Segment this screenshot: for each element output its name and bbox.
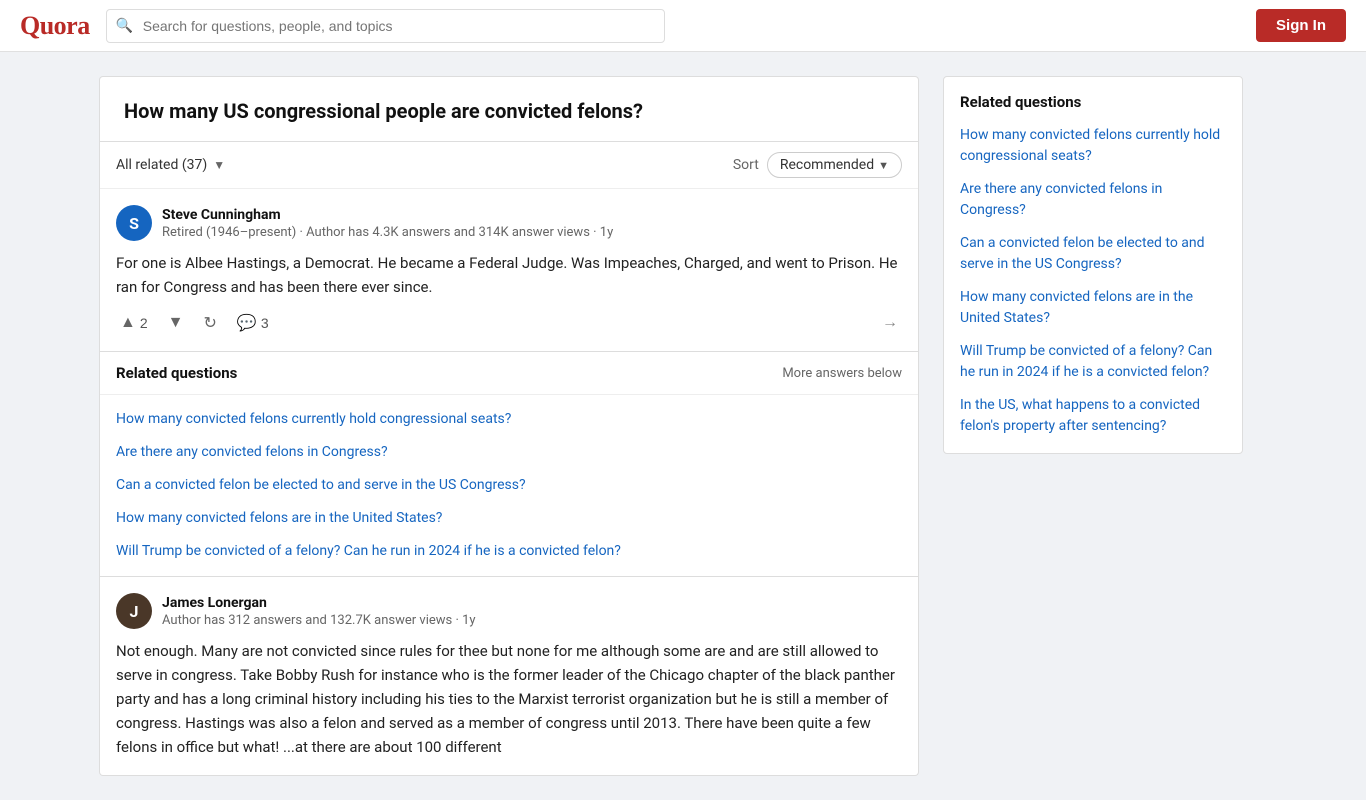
sidebar-title: Related questions bbox=[960, 93, 1226, 111]
author-meta-2: Author has 312 answers and 132.7K answer… bbox=[162, 613, 476, 628]
more-answers-label: More answers below bbox=[782, 366, 902, 381]
answer-text-2: Not enough. Many are not convicted since… bbox=[116, 639, 902, 759]
related-link-1[interactable]: How many convicted felons currently hold… bbox=[116, 411, 511, 427]
list-item: How many convicted felons are in the Uni… bbox=[100, 502, 918, 535]
all-related-filter[interactable]: All related (37) ▼ bbox=[116, 157, 225, 173]
comment-count: 3 bbox=[261, 315, 269, 331]
header: Quora 🔍 Sign In bbox=[0, 0, 1366, 52]
list-item: Can a convicted felon be elected to and … bbox=[100, 469, 918, 502]
sort-dropdown[interactable]: Recommended ▼ bbox=[767, 152, 902, 178]
list-item: In the US, what happens to a convicted f… bbox=[960, 395, 1226, 437]
sign-in-button[interactable]: Sign In bbox=[1256, 9, 1346, 42]
chevron-down-icon: ▼ bbox=[213, 158, 225, 172]
sort-label: Sort bbox=[733, 157, 759, 173]
related-link-2[interactable]: Are there any convicted felons in Congre… bbox=[116, 444, 388, 460]
author-name[interactable]: Steve Cunningham bbox=[162, 207, 613, 223]
related-questions-inline: Related questions More answers below How… bbox=[99, 352, 919, 577]
related-link-5[interactable]: Will Trump be convicted of a felony? Can… bbox=[116, 543, 621, 559]
sidebar-link-5[interactable]: Will Trump be convicted of a felony? Can… bbox=[960, 343, 1212, 380]
sidebar-link-4[interactable]: How many convicted felons are in the Uni… bbox=[960, 289, 1193, 326]
related-questions-title: Related questions bbox=[116, 364, 237, 382]
recommended-label: Recommended bbox=[780, 157, 874, 173]
list-item: How many convicted felons currently hold… bbox=[100, 403, 918, 436]
page-layout: How many US congressional people are con… bbox=[83, 52, 1283, 800]
reshare-button[interactable]: ↻ bbox=[199, 311, 220, 335]
related-link-3[interactable]: Can a convicted felon be elected to and … bbox=[116, 477, 526, 493]
sidebar-links: How many convicted felons currently hold… bbox=[960, 125, 1226, 437]
list-item: Can a convicted felon be elected to and … bbox=[960, 233, 1226, 275]
comment-icon: 💬 bbox=[237, 313, 257, 333]
share-icon: → bbox=[882, 314, 898, 332]
quora-logo[interactable]: Quora bbox=[20, 11, 90, 41]
answer-item-2: J James Lonergan Author has 312 answers … bbox=[100, 577, 918, 775]
sidebar: Related questions How many convicted fel… bbox=[943, 76, 1243, 454]
related-questions-header: Related questions More answers below bbox=[100, 352, 918, 395]
second-answer-wrapper: J James Lonergan Author has 312 answers … bbox=[99, 577, 919, 776]
list-item: How many convicted felons currently hold… bbox=[960, 125, 1226, 167]
search-icon: 🔍 bbox=[116, 18, 133, 34]
sidebar-card: Related questions How many convicted fel… bbox=[943, 76, 1243, 454]
list-item: Will Trump be convicted of a felony? Can… bbox=[960, 341, 1226, 383]
question-card: How many US congressional people are con… bbox=[99, 76, 919, 141]
author-name-2[interactable]: James Lonergan bbox=[162, 595, 476, 611]
all-related-label: All related (37) bbox=[116, 157, 207, 173]
answer-item: S Steve Cunningham Retired (1946–present… bbox=[100, 189, 918, 351]
answers-wrapper: All related (37) ▼ Sort Recommended ▼ S … bbox=[99, 141, 919, 352]
comment-button[interactable]: 💬 3 bbox=[233, 311, 273, 335]
reshare-icon: ↻ bbox=[203, 313, 216, 333]
share-button[interactable]: → bbox=[878, 312, 902, 334]
list-item: Are there any convicted felons in Congre… bbox=[100, 436, 918, 469]
related-link-4[interactable]: How many convicted felons are in the Uni… bbox=[116, 510, 442, 526]
related-questions-list: How many convicted felons currently hold… bbox=[100, 395, 918, 576]
sort-area: Sort Recommended ▼ bbox=[733, 152, 902, 178]
list-item: Will Trump be convicted of a felony? Can… bbox=[100, 535, 918, 568]
search-input[interactable] bbox=[106, 9, 665, 43]
downvote-button[interactable]: ▼ bbox=[164, 312, 188, 334]
author-meta: Retired (1946–present) · Author has 4.3K… bbox=[162, 225, 613, 240]
main-content: How many US congressional people are con… bbox=[99, 76, 919, 776]
author-row: S Steve Cunningham Retired (1946–present… bbox=[116, 205, 902, 241]
author-info-2: James Lonergan Author has 312 answers an… bbox=[162, 595, 476, 628]
upvote-button[interactable]: ▲ 2 bbox=[116, 312, 152, 334]
answer-actions: ▲ 2 ▼ ↻ 💬 3 → bbox=[116, 311, 902, 335]
author-row-2: J James Lonergan Author has 312 answers … bbox=[116, 593, 902, 629]
sidebar-link-3[interactable]: Can a convicted felon be elected to and … bbox=[960, 235, 1205, 272]
answers-toolbar: All related (37) ▼ Sort Recommended ▼ bbox=[100, 142, 918, 189]
avatar-2: J bbox=[116, 593, 152, 629]
search-bar-container: 🔍 bbox=[106, 9, 665, 43]
upvote-icon: ▲ bbox=[120, 314, 136, 332]
question-title: How many US congressional people are con… bbox=[124, 97, 894, 125]
sidebar-link-6[interactable]: In the US, what happens to a convicted f… bbox=[960, 397, 1200, 434]
sidebar-link-2[interactable]: Are there any convicted felons in Congre… bbox=[960, 181, 1162, 218]
upvote-count: 2 bbox=[140, 315, 148, 331]
avatar: S bbox=[116, 205, 152, 241]
sidebar-link-1[interactable]: How many convicted felons currently hold… bbox=[960, 127, 1220, 164]
list-item: How many convicted felons are in the Uni… bbox=[960, 287, 1226, 329]
answer-text: For one is Albee Hastings, a Democrat. H… bbox=[116, 251, 902, 299]
downvote-icon: ▼ bbox=[168, 314, 184, 332]
list-item: Are there any convicted felons in Congre… bbox=[960, 179, 1226, 221]
dropdown-chevron-icon: ▼ bbox=[878, 159, 889, 172]
author-info: Steve Cunningham Retired (1946–present) … bbox=[162, 207, 613, 240]
